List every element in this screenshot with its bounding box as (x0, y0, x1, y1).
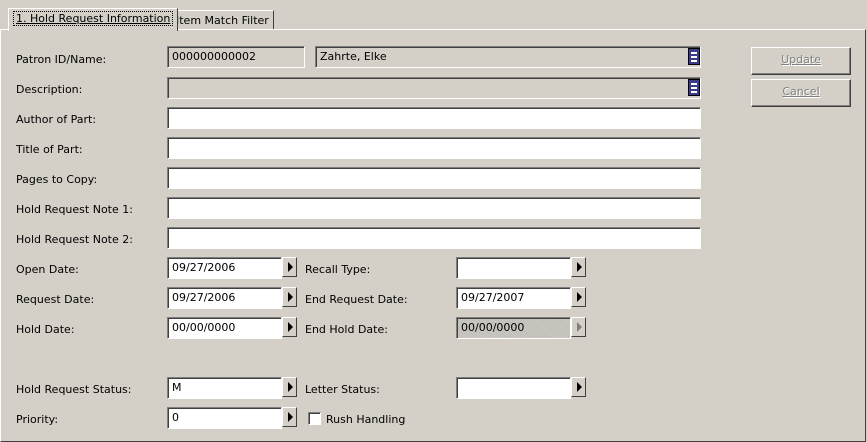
priority-input[interactable]: 0 (167, 407, 282, 429)
note1-label: Hold Request Note 1: (16, 203, 133, 216)
status-arrow-button[interactable] (282, 377, 297, 397)
pages-label: Pages to Copy: (16, 173, 98, 186)
arrow-right-icon (577, 262, 582, 272)
request-date-label: Request Date: (16, 293, 95, 306)
recall-type-label: Recall Type: (305, 263, 371, 276)
patron-lookup-icon[interactable] (688, 48, 700, 65)
arrow-right-icon (577, 382, 582, 392)
author-label: Author of Part: (16, 113, 97, 126)
arrow-right-icon (577, 322, 582, 332)
patron-name-field: Zahrte, Elke (315, 46, 701, 68)
arrow-right-icon (288, 292, 293, 302)
title-input[interactable] (167, 137, 701, 159)
description-label: Description: (16, 83, 83, 96)
letter-status-arrow-button[interactable] (571, 377, 586, 397)
update-button[interactable]: Update (751, 47, 851, 75)
priority-arrow-button[interactable] (282, 407, 297, 427)
end-request-date-label: End Request Date: (305, 293, 408, 306)
end-request-date-arrow-button[interactable] (571, 287, 586, 307)
recall-type-arrow-button[interactable] (571, 257, 586, 277)
status-input[interactable]: M (167, 377, 282, 399)
pages-input[interactable] (167, 167, 701, 189)
arrow-right-icon (288, 322, 293, 332)
arrow-right-icon (577, 292, 582, 302)
note1-input[interactable] (167, 197, 701, 219)
hold-date-label: Hold Date: (16, 323, 75, 336)
end-hold-date-label: End Hold Date: (305, 323, 388, 336)
description-field (167, 77, 701, 99)
note2-label: Hold Request Note 2: (16, 233, 133, 246)
title-label: Title of Part: (16, 143, 83, 156)
priority-label: Priority: (16, 413, 59, 426)
rush-handling-checkbox[interactable] (308, 412, 321, 425)
open-date-label: Open Date: (16, 263, 79, 276)
patron-label: Patron ID/Name: (16, 53, 107, 66)
note2-input[interactable] (167, 227, 701, 249)
request-date-input[interactable]: 09/27/2006 (167, 287, 282, 309)
arrow-right-icon (288, 412, 293, 422)
author-input[interactable] (167, 107, 701, 129)
letter-status-input[interactable] (456, 377, 571, 399)
open-date-input[interactable]: 09/27/2006 (167, 257, 282, 279)
tab-strip: 1. Hold Request Information 2. Item Matc… (0, 0, 867, 31)
patron-id-field: 000000000002 (167, 46, 305, 68)
rush-handling-label[interactable]: Rush Handling (326, 413, 405, 426)
end-request-date-input[interactable]: 09/27/2007 (456, 287, 571, 309)
arrow-right-icon (288, 262, 293, 272)
open-date-arrow-button[interactable] (282, 257, 297, 277)
recall-type-input[interactable] (456, 257, 571, 279)
end-hold-date-input: 00/00/0000 (456, 317, 571, 339)
arrow-right-icon (288, 382, 293, 392)
tab-label: 1. Hold Request Information (13, 11, 174, 26)
hold-date-arrow-button[interactable] (282, 317, 297, 337)
end-hold-date-arrow-button (571, 317, 586, 337)
letter-status-label: Letter Status: (305, 383, 380, 396)
status-label: Hold Request Status: (16, 383, 132, 396)
cancel-button[interactable]: Cancel (751, 79, 851, 107)
description-lookup-icon[interactable] (688, 79, 700, 96)
request-date-arrow-button[interactable] (282, 287, 297, 307)
tab-hold-request-information[interactable]: 1. Hold Request Information (8, 8, 179, 31)
hold-date-input[interactable]: 00/00/0000 (167, 317, 282, 339)
